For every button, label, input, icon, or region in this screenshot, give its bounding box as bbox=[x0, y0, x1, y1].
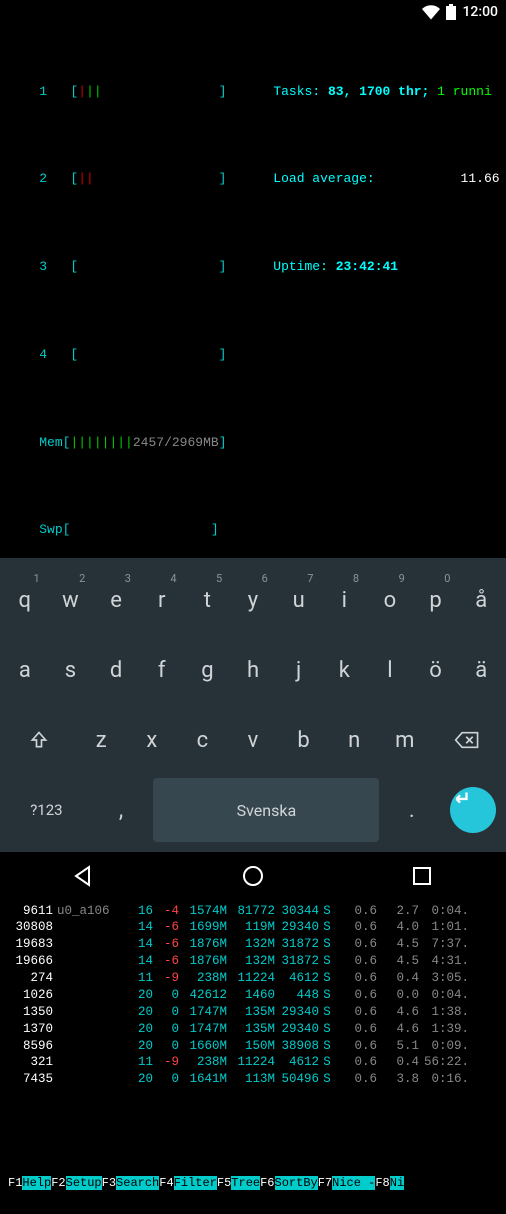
shift-key[interactable] bbox=[4, 708, 74, 772]
key-å[interactable]: å bbox=[460, 568, 502, 632]
key-x[interactable]: x bbox=[129, 708, 176, 772]
key-a[interactable]: a bbox=[4, 638, 46, 702]
key-n[interactable]: n bbox=[331, 708, 378, 772]
fkey-f6[interactable]: F6SortBy bbox=[260, 1175, 318, 1191]
enter-key[interactable] bbox=[450, 787, 496, 833]
table-row[interactable]: 13702001747M135M29340S0.64.61:39. bbox=[8, 1021, 498, 1038]
cpu2-label: 2 bbox=[39, 171, 47, 186]
table-row[interactable]: 1966614-61876M132M31872S0.64.54:31. bbox=[8, 953, 498, 970]
fkey-f1[interactable]: F1Help bbox=[8, 1175, 51, 1191]
key-r[interactable]: 4r bbox=[141, 568, 183, 632]
key-w[interactable]: 2w bbox=[50, 568, 92, 632]
table-row[interactable]: 1026200426121460448S0.60.00:04. bbox=[8, 987, 498, 1004]
table-row[interactable]: 13502001747M135M29340S0.64.61:38. bbox=[8, 1004, 498, 1021]
fkey-f5[interactable]: F5Tree bbox=[217, 1175, 260, 1191]
nav-bar bbox=[0, 852, 506, 900]
overview-button[interactable] bbox=[410, 864, 434, 888]
key-h[interactable]: h bbox=[232, 638, 274, 702]
key-y[interactable]: 6y bbox=[232, 568, 274, 632]
cpu4-label: 4 bbox=[39, 347, 47, 362]
fkey-f7[interactable]: F7Nice - bbox=[318, 1175, 376, 1191]
cpu3-label: 3 bbox=[39, 259, 47, 274]
key-v[interactable]: v bbox=[230, 708, 277, 772]
swp-label: Swp bbox=[39, 522, 62, 537]
key-s[interactable]: s bbox=[50, 638, 92, 702]
table-row[interactable]: 74352001641M113M50496S0.63.80:16. bbox=[8, 1071, 498, 1088]
fkey-f8[interactable]: F8Ni bbox=[375, 1175, 404, 1191]
key-g[interactable]: g bbox=[187, 638, 229, 702]
status-bar: 12:00 bbox=[0, 0, 506, 24]
key-b[interactable]: b bbox=[280, 708, 327, 772]
cpu1-label: 1 bbox=[39, 84, 47, 99]
load-label: Load average: bbox=[273, 171, 374, 186]
backspace-key[interactable] bbox=[432, 708, 502, 772]
key-k[interactable]: k bbox=[323, 638, 365, 702]
key-ä[interactable]: ä bbox=[460, 638, 502, 702]
key-t[interactable]: 5t bbox=[187, 568, 229, 632]
mem-label: Mem bbox=[39, 435, 62, 450]
battery-icon bbox=[446, 4, 456, 20]
fkey-f2[interactable]: F2Setup bbox=[51, 1175, 101, 1191]
tasks-label: Tasks: bbox=[273, 84, 320, 99]
key-f[interactable]: f bbox=[141, 638, 183, 702]
key-ö[interactable]: ö bbox=[415, 638, 457, 702]
key-u[interactable]: 7u bbox=[278, 568, 320, 632]
key-i[interactable]: 8i bbox=[323, 568, 365, 632]
uptime-label: Uptime: bbox=[273, 259, 328, 274]
function-keys: F1HelpF2SetupF3SearchF4FilterF5TreeF6Sor… bbox=[8, 1175, 498, 1191]
key-c[interactable]: c bbox=[179, 708, 226, 772]
key-j[interactable]: j bbox=[278, 638, 320, 702]
period-key[interactable]: . bbox=[383, 778, 440, 842]
home-button[interactable] bbox=[241, 864, 265, 888]
table-row[interactable]: 3080814-61699M119M29340S0.64.01:01. bbox=[8, 919, 498, 936]
table-row[interactable]: 1968314-61876M132M31872S0.64.57:37. bbox=[8, 936, 498, 953]
table-row[interactable]: 27411-9238M112244612S0.60.43:05. bbox=[8, 970, 498, 987]
symbols-key[interactable]: ?123 bbox=[4, 778, 89, 842]
clock: 12:00 bbox=[462, 4, 498, 20]
key-q[interactable]: 1q bbox=[4, 568, 46, 632]
table-row[interactable]: 32111-9238M112244612S0.60.456:22. bbox=[8, 1054, 498, 1071]
key-e[interactable]: 3e bbox=[95, 568, 137, 632]
wifi-icon bbox=[422, 4, 440, 20]
fkey-f3[interactable]: F3Search bbox=[102, 1175, 160, 1191]
key-l[interactable]: l bbox=[369, 638, 411, 702]
key-m[interactable]: m bbox=[381, 708, 428, 772]
key-o[interactable]: 9o bbox=[369, 568, 411, 632]
key-p[interactable]: 0p bbox=[415, 568, 457, 632]
keyboard: 1q2w3e4r5t6y7u8i9o0på asdfghjklöä zxcvbn… bbox=[0, 558, 506, 852]
fkey-f4[interactable]: F4Filter bbox=[159, 1175, 217, 1191]
back-button[interactable] bbox=[72, 864, 96, 888]
key-z[interactable]: z bbox=[78, 708, 125, 772]
key-d[interactable]: d bbox=[95, 638, 137, 702]
comma-key[interactable]: , bbox=[93, 778, 150, 842]
table-row[interactable]: 85962001660M150M38908S0.65.10:09. bbox=[8, 1038, 498, 1055]
spacebar[interactable]: Svenska bbox=[153, 778, 379, 842]
table-row[interactable]: 9611u0_a10616-41574M8177230344S0.62.70:0… bbox=[8, 903, 498, 920]
